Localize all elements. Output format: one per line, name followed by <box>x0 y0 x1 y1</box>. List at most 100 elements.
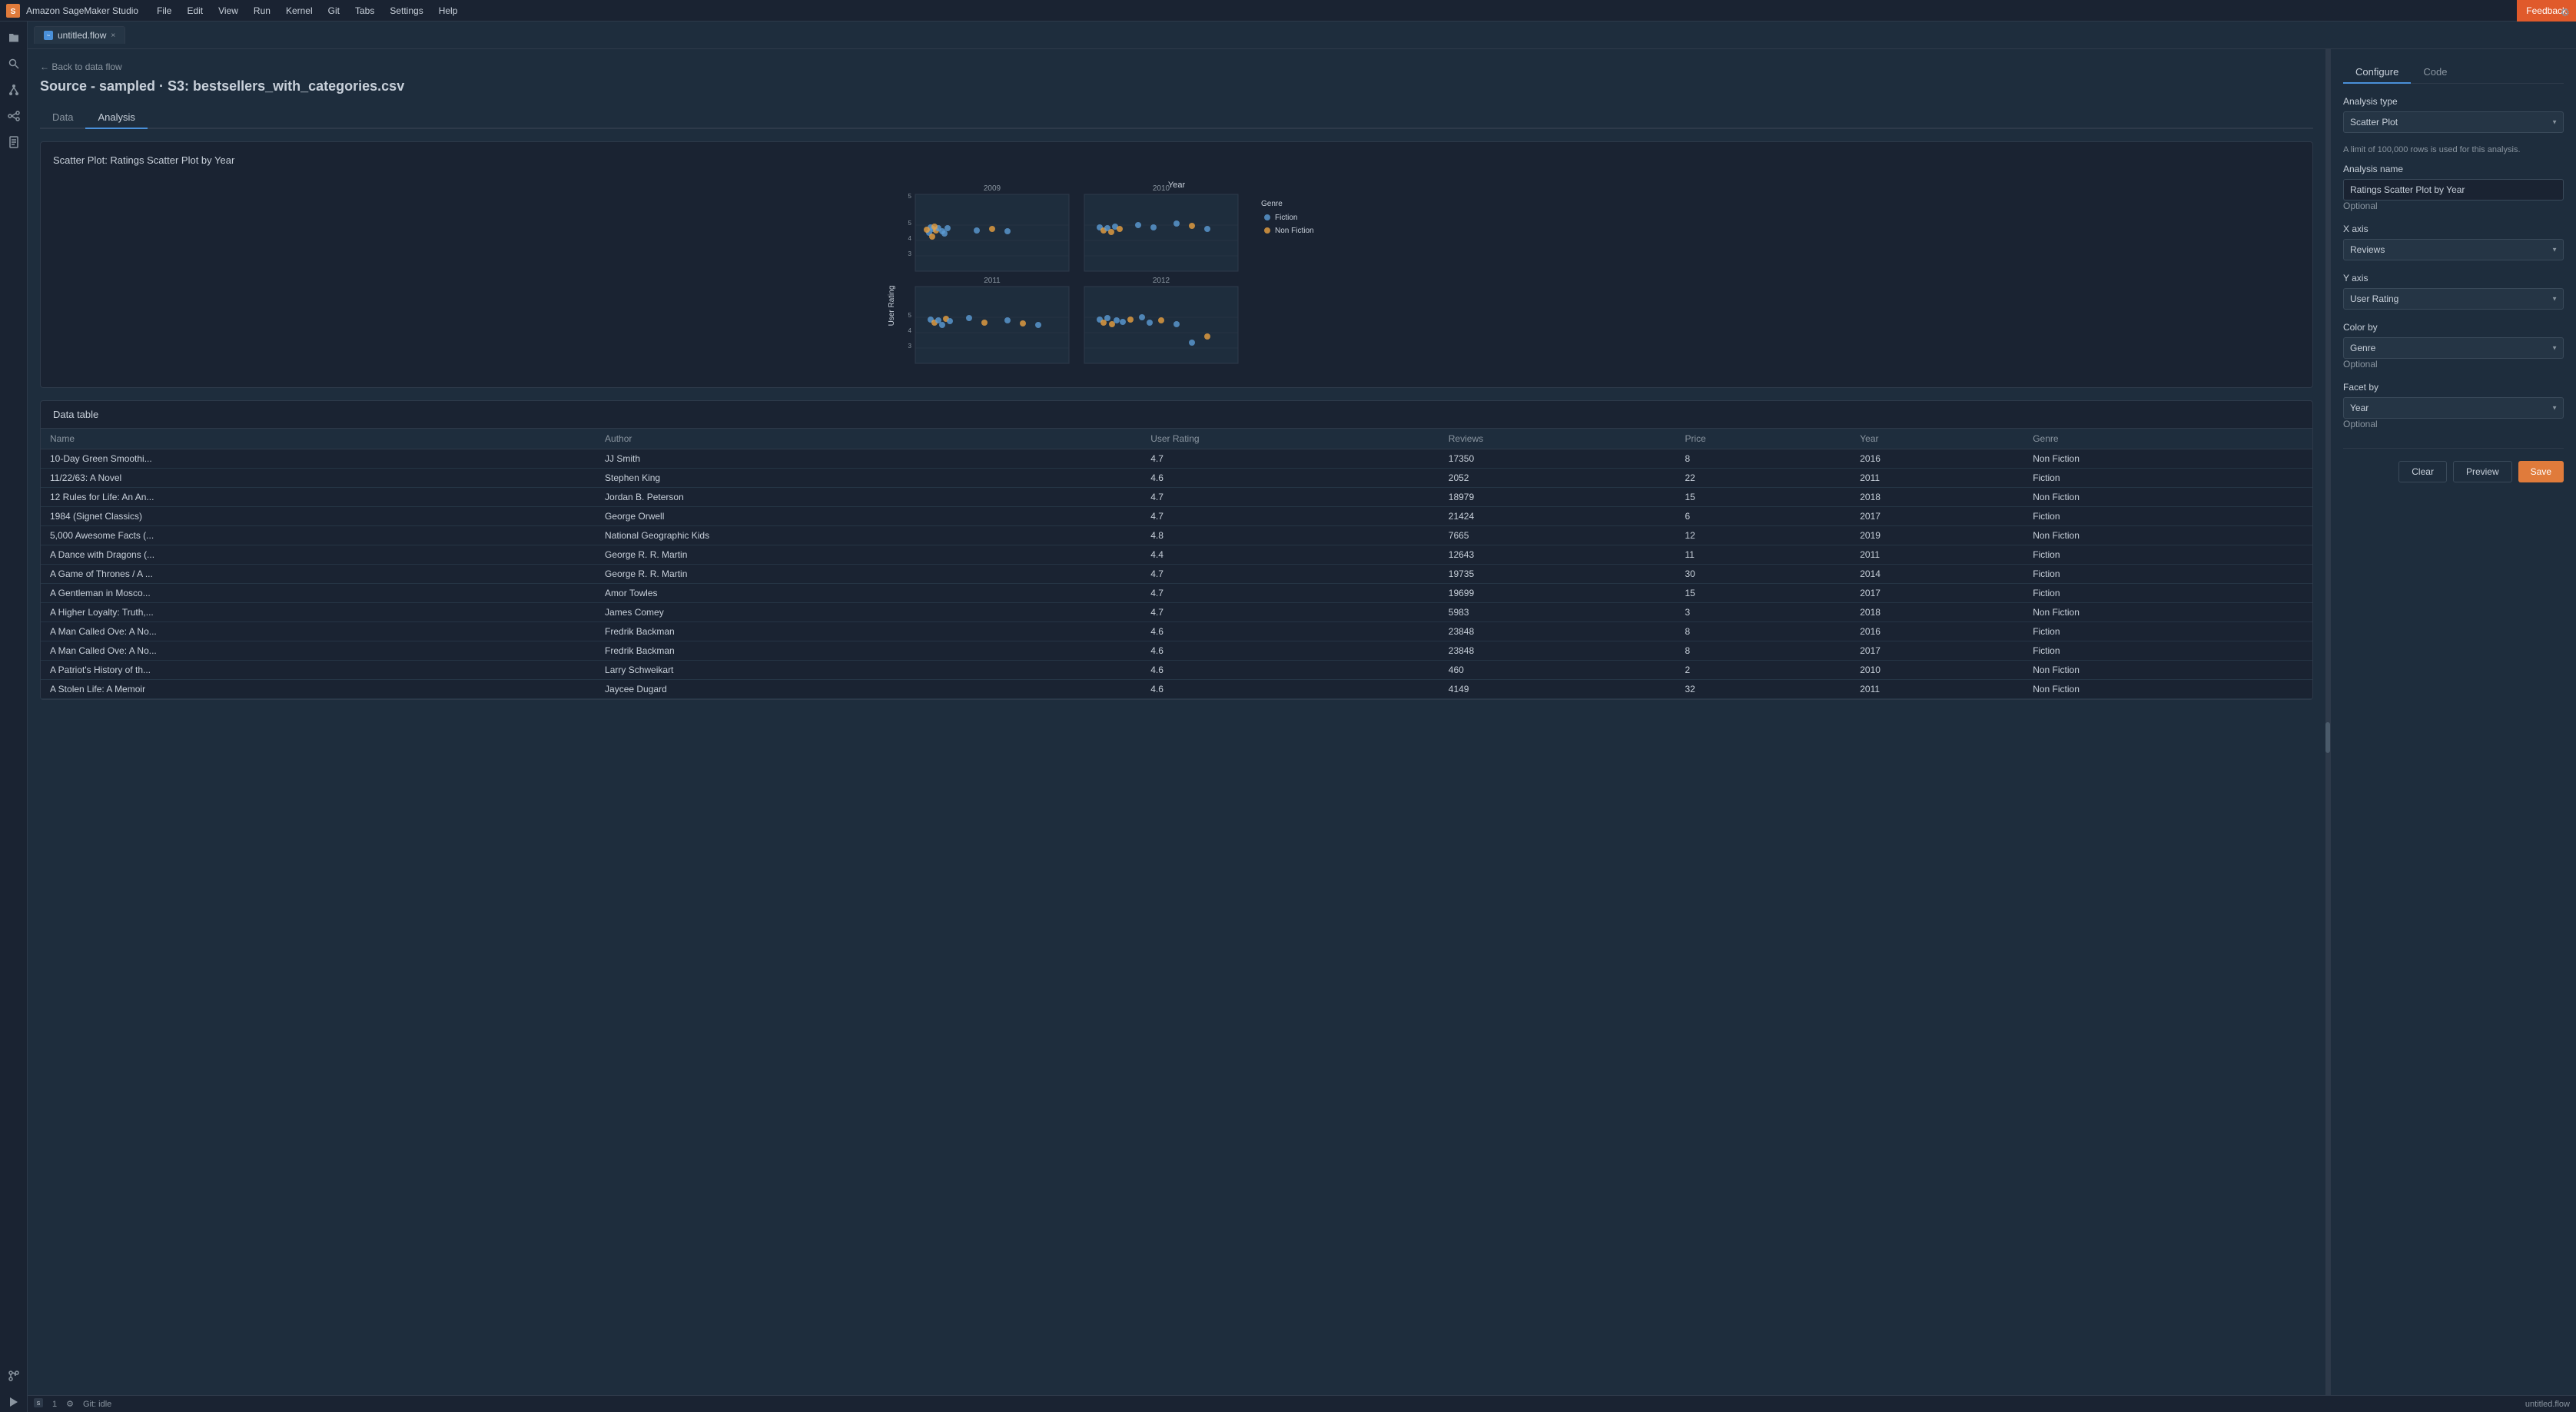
menu-tabs[interactable]: Tabs <box>349 4 380 18</box>
table-cell: 11/22/63: A Novel <box>41 469 596 488</box>
sidebar-icon-docs[interactable] <box>4 132 24 152</box>
menu-help[interactable]: Help <box>433 4 464 18</box>
sidebar-icon-search[interactable] <box>4 54 24 74</box>
tab-close-icon[interactable]: × <box>111 31 115 40</box>
table-cell: 4.8 <box>1141 526 1439 545</box>
color-by-select[interactable]: Genre Year None <box>2343 337 2564 359</box>
svg-text:2012: 2012 <box>1153 277 1170 285</box>
scrollbar[interactable] <box>2325 49 2330 1395</box>
tab-bar: ~ untitled.flow × ⚙ <box>28 22 2576 49</box>
table-row: 11/22/63: A NovelStephen King4.620522220… <box>41 469 2312 488</box>
menu-run[interactable]: Run <box>247 4 277 18</box>
panel-tab-configure[interactable]: Configure <box>2343 61 2411 84</box>
table-cell: National Geographic Kids <box>596 526 1141 545</box>
sidebar-icon-folder[interactable] <box>4 28 24 48</box>
table-cell: 17350 <box>1439 449 1676 469</box>
table-cell: 1984 (Signet Classics) <box>41 507 596 526</box>
table-cell: 11 <box>1675 545 1851 565</box>
table-cell: 12 Rules for Life: An An... <box>41 488 596 507</box>
menu-view[interactable]: View <box>212 4 244 18</box>
table-cell: 2017 <box>1851 507 2023 526</box>
table-row: A Dance with Dragons (...George R. R. Ma… <box>41 545 2312 565</box>
table-cell: 2014 <box>1851 565 2023 584</box>
panel-tab-code[interactable]: Code <box>2411 61 2459 84</box>
table-cell: 2 <box>1675 661 1851 680</box>
table-cell: Stephen King <box>596 469 1141 488</box>
menu-edit[interactable]: Edit <box>181 4 209 18</box>
table-cell: 4.7 <box>1141 488 1439 507</box>
status-filename: untitled.flow <box>2525 1400 2570 1409</box>
analysis-type-label: Analysis type <box>2343 96 2564 107</box>
page-title: Source - sampled · S3: bestsellers_with_… <box>40 78 2313 94</box>
table-cell: 12643 <box>1439 545 1676 565</box>
table-cell: 3 <box>1675 603 1851 622</box>
tab-data[interactable]: Data <box>40 107 85 129</box>
git-status: Git: idle <box>83 1400 111 1409</box>
x-axis-group: X axis Reviews User Rating Price Year <box>2343 224 2564 260</box>
table-cell: 4.6 <box>1141 680 1439 699</box>
x-axis-select[interactable]: Reviews User Rating Price Year <box>2343 239 2564 260</box>
menu-file[interactable]: File <box>151 4 178 18</box>
facet-by-select[interactable]: Year Genre None <box>2343 397 2564 419</box>
tab-analysis[interactable]: Analysis <box>85 107 147 129</box>
svg-text:5: 5 <box>908 220 912 227</box>
table-cell: Fiction <box>2023 622 2312 641</box>
svg-text:4: 4 <box>908 235 912 242</box>
right-panel: Configure Code Analysis type Scatter Plo… <box>2330 49 2576 1395</box>
table-cell: Fiction <box>2023 545 2312 565</box>
table-cell: George Orwell <box>596 507 1141 526</box>
table-cell: 2011 <box>1851 469 2023 488</box>
sidebar-icon-branch[interactable] <box>4 1366 24 1386</box>
main-panel: ← Back to data flow Source - sampled · S… <box>28 49 2325 1395</box>
tab-icon: ~ <box>44 31 53 40</box>
color-by-group: Color by Genre Year None Optional <box>2343 322 2564 370</box>
table-cell: Non Fiction <box>2023 488 2312 507</box>
table-cell: Fiction <box>2023 641 2312 661</box>
x-axis-label: X axis <box>2343 224 2564 234</box>
sidebar-icon-nodes[interactable] <box>4 106 24 126</box>
table-cell: Non Fiction <box>2023 680 2312 699</box>
table-cell: 32 <box>1675 680 1851 699</box>
table-row: A Higher Loyalty: Truth,...James Comey4.… <box>41 603 2312 622</box>
table-row: 5,000 Awesome Facts (...National Geograp… <box>41 526 2312 545</box>
analysis-name-input[interactable] <box>2343 179 2564 201</box>
tab-untitled-flow[interactable]: ~ untitled.flow × <box>34 26 125 44</box>
menu-kernel[interactable]: Kernel <box>280 4 319 18</box>
table-row: A Man Called Ove: A No...Fredrik Backman… <box>41 622 2312 641</box>
table-cell: 18979 <box>1439 488 1676 507</box>
svg-text:S: S <box>11 8 16 16</box>
table-cell: 23848 <box>1439 622 1676 641</box>
table-cell: 2011 <box>1851 680 2023 699</box>
menu-git[interactable]: Git <box>322 4 346 18</box>
chart-container: Scatter Plot: Ratings Scatter Plot by Ye… <box>40 141 2313 388</box>
table-cell: A Dance with Dragons (... <box>41 545 596 565</box>
menu-settings[interactable]: Settings <box>383 4 429 18</box>
clear-button[interactable]: Clear <box>2398 461 2447 482</box>
svg-text:4: 4 <box>908 327 912 334</box>
status-spacer: ⚙ <box>66 1399 74 1409</box>
table-cell: 460 <box>1439 661 1676 680</box>
limit-text: A limit of 100,000 rows is used for this… <box>2343 145 2564 154</box>
table-cell: A Game of Thrones / A ... <box>41 565 596 584</box>
table-cell: 2018 <box>1851 603 2023 622</box>
table-row: A Game of Thrones / A ...George R. R. Ma… <box>41 565 2312 584</box>
analysis-type-select[interactable]: Scatter Plot Histogram Bar Chart Box Plo… <box>2343 111 2564 133</box>
table-cell: Fiction <box>2023 469 2312 488</box>
table-cell: 10-Day Green Smoothi... <box>41 449 596 469</box>
table-cell: 2052 <box>1439 469 1676 488</box>
y-axis-select[interactable]: User Rating Reviews Price Year <box>2343 288 2564 310</box>
col-header-price: Price <box>1675 429 1851 449</box>
col-header-name: Name <box>41 429 596 449</box>
table-row: 12 Rules for Life: An An...Jordan B. Pet… <box>41 488 2312 507</box>
sidebar-icon-deploy[interactable] <box>4 1392 24 1412</box>
app-title: Amazon SageMaker Studio <box>26 5 138 16</box>
preview-button[interactable]: Preview <box>2453 461 2512 482</box>
back-link[interactable]: ← Back to data flow <box>40 61 2313 72</box>
save-button[interactable]: Save <box>2518 461 2564 482</box>
table-cell: A Man Called Ove: A No... <box>41 622 596 641</box>
sidebar-icon-git[interactable] <box>4 80 24 100</box>
table-cell: 21424 <box>1439 507 1676 526</box>
col-header-genre: Genre <box>2023 429 2312 449</box>
table-cell: Fiction <box>2023 565 2312 584</box>
table-cell: 4.7 <box>1141 565 1439 584</box>
